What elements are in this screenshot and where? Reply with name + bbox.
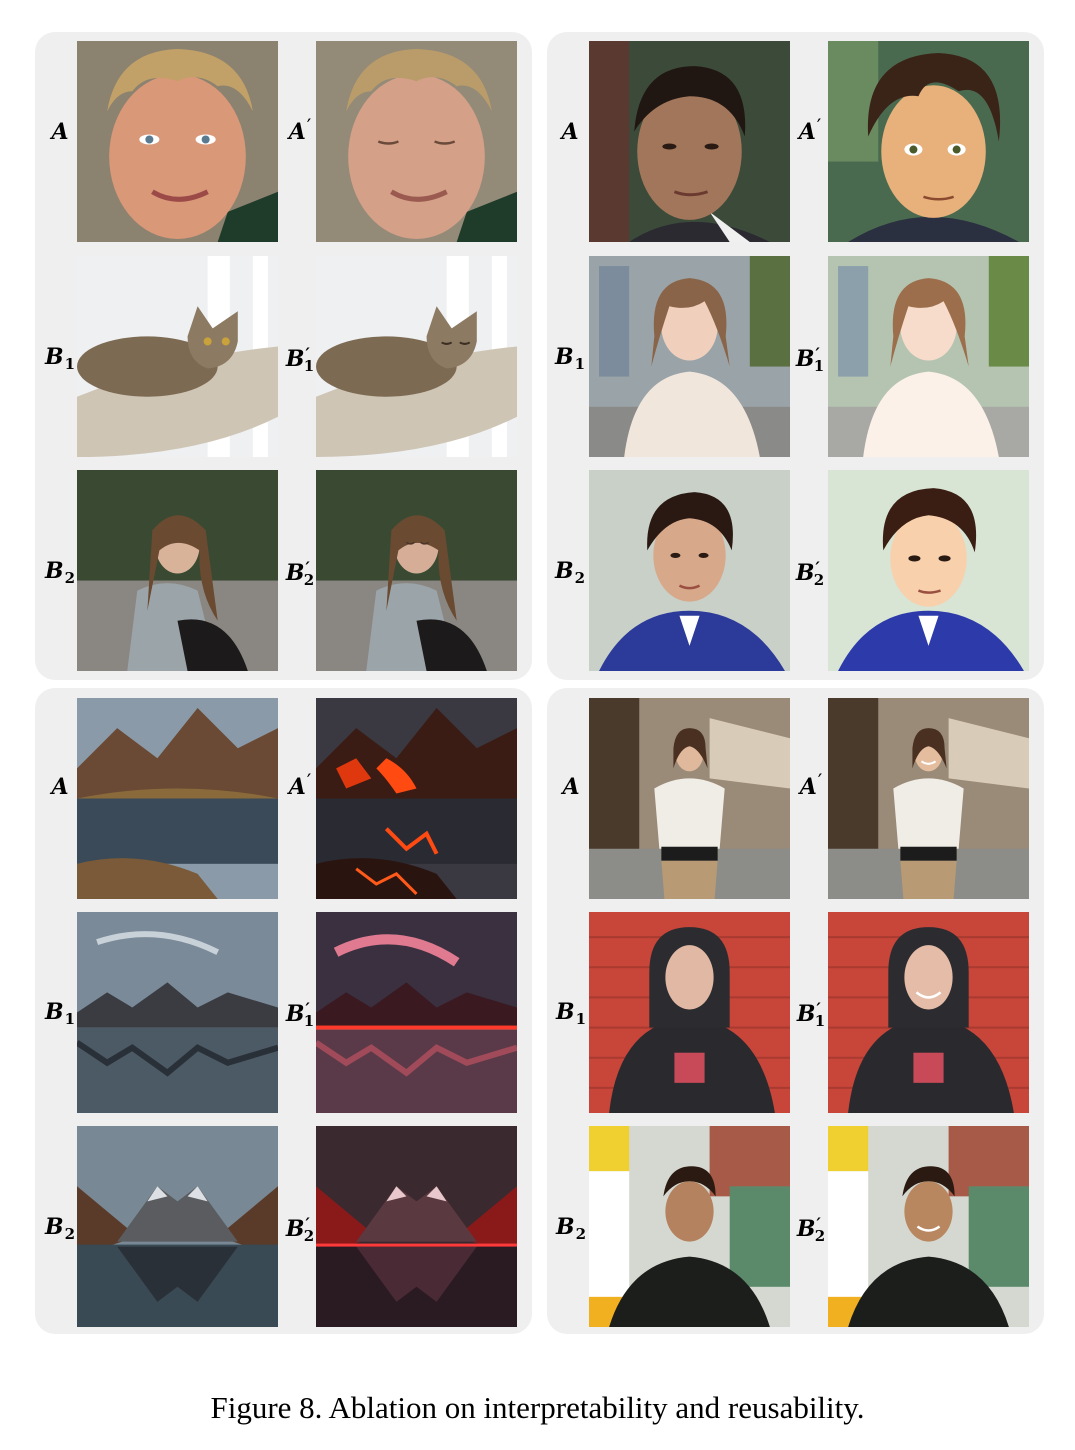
panel-top-right: A A′ B1 B′1 B2 B′2 [547,32,1044,680]
label-b2: B2 [554,558,586,587]
image-b1-mountain-reflection [77,912,278,1113]
label-b2: B2 [44,558,76,587]
image-b1-prime-woman-anime [828,256,1029,457]
image-b2-man-street [589,1126,790,1327]
label-a: A [562,774,580,800]
image-a-woman-cafe [589,698,790,899]
image-b2-prime-crimson-valley [316,1126,517,1327]
image-b2-man-jacket [589,470,790,671]
image-b2-prime-woman-eyes-closed [316,470,517,671]
panel-bottom-right: A A′ B1 B′1 B2 B′2 [547,688,1044,1334]
image-a-man-portrait [77,41,278,242]
label-a: A [561,119,579,145]
image-b2-prime-man-street-smiling [828,1126,1029,1327]
label-b2-prime: B′2 [796,1214,826,1245]
label-b1: B1 [555,999,587,1028]
image-a-prime-man-eyes-closed [316,41,517,242]
image-b1-woman-street [589,256,790,457]
image-a-prime-woman-smiling [828,698,1029,899]
label-b1-prime: B′1 [285,999,315,1030]
image-a-prime-lava-mountain [316,698,517,899]
image-b1-prime-man-hoodie-smiling [828,912,1029,1113]
label-b1-prime: B′1 [285,344,315,375]
label-a-prime: A′ [799,769,823,800]
image-a-prime-man-anime [828,41,1029,242]
label-b2-prime: B′2 [795,558,825,589]
image-a-mountain-lake [77,698,278,899]
image-b2-mountain-valley [77,1126,278,1327]
label-a: A [51,119,69,145]
label-b1: B1 [554,344,586,373]
label-b2: B2 [555,1214,587,1243]
label-a: A [51,774,69,800]
label-b2-prime: B′2 [285,558,315,589]
image-a-man-photo [589,41,790,242]
label-b1: B1 [44,999,76,1028]
label-a-prime: A′ [288,114,312,145]
figure-caption: Figure 8. Ablation on interpretability a… [210,1390,865,1425]
panel-bottom-left: A A′ B1 B′1 B2 B′2 [35,688,532,1334]
image-b1-cat-basket [77,256,278,457]
image-b2-prime-man-anime [828,470,1029,671]
label-b2-prime: B′2 [285,1214,315,1245]
label-b1: B1 [44,344,76,373]
label-b2: B2 [44,1214,76,1243]
panel-top-left: A A′ B1 B′1 B2 B′2 [35,32,532,680]
image-b2-woman-sitting [77,470,278,671]
image-b1-prime-red-mountain [316,912,517,1113]
label-b1-prime: B′1 [795,344,825,375]
label-a-prime: A′ [798,114,822,145]
label-b1-prime: B′1 [796,999,826,1030]
label-a-prime: A′ [288,769,312,800]
image-b1-prime-cat-eyes-closed [316,256,517,457]
image-b1-man-hoodie [589,912,790,1113]
